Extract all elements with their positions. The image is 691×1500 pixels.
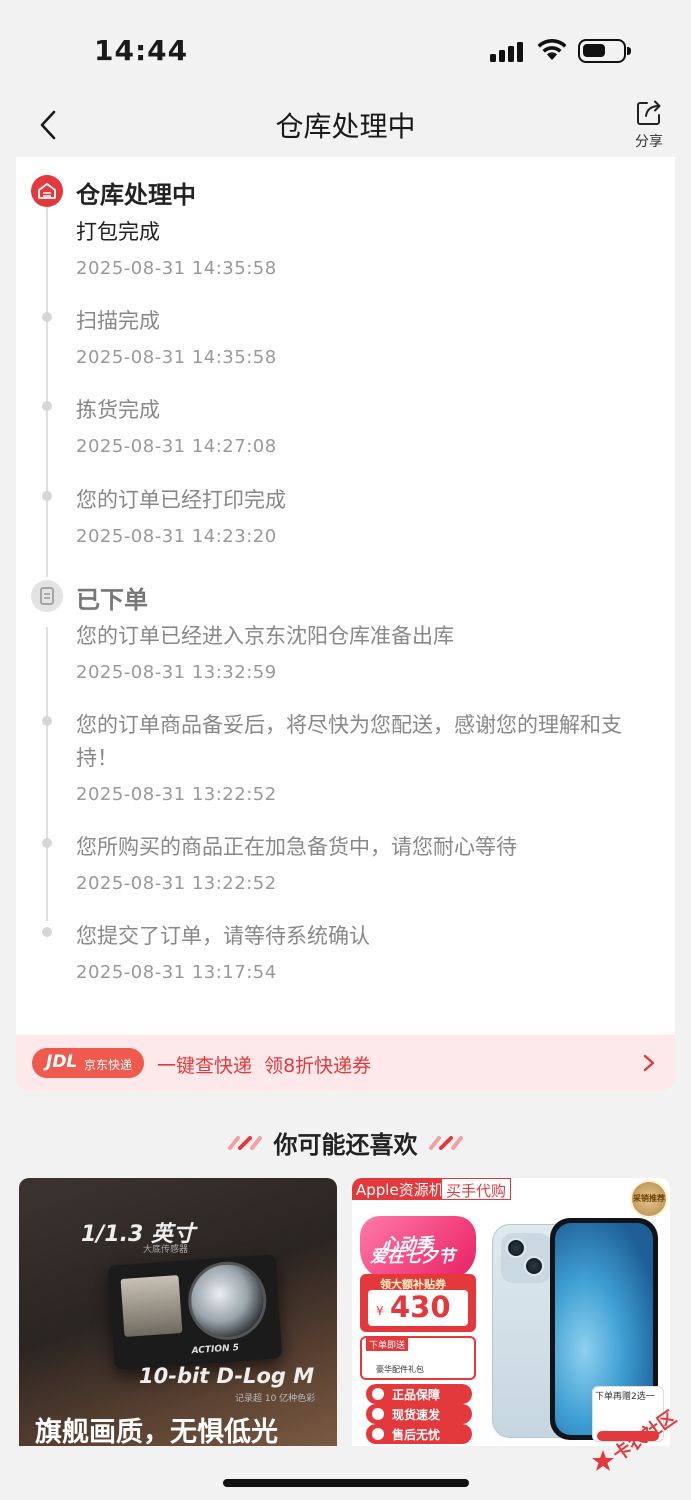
timeline-event-text: 拣货完成	[76, 398, 160, 422]
camera-model-label: ACTION 5	[191, 1343, 240, 1357]
product-slogan: 旗舰画质，无惧低光	[35, 1417, 278, 1446]
cellular-signal-icon	[490, 40, 526, 62]
timeline-event-time: 2025-08-31 13:32:59	[76, 662, 277, 683]
wifi-icon	[537, 38, 567, 60]
promo-line-2: 爱在七夕节	[370, 1247, 455, 1267]
product-card-camera[interactable]: 1/1.3 英寸 大底传感器 ACTION 5 10-bit D-Log M 记…	[19, 1178, 337, 1446]
watermark-text: 卡农社区	[609, 1406, 681, 1466]
jdl-logo: JDL 京东快递	[32, 1048, 144, 1078]
recommend-header: 你可能还喜欢	[0, 1125, 691, 1161]
guarantee-pill: 售后无忧	[366, 1424, 472, 1444]
gift-title: 下单即送	[366, 1338, 409, 1351]
timeline-event-text: 您的订单已经打印完成	[76, 488, 286, 512]
timeline-event-text: 您的订单已经进入京东沈阳仓库准备出库	[76, 624, 454, 648]
guarantee-pill: 正品保障	[366, 1384, 472, 1404]
timeline-line	[46, 627, 48, 921]
action-camera-image: ACTION 5	[107, 1254, 283, 1370]
seal-text: 采销推荐	[633, 1194, 665, 1203]
timeline-event-time: 2025-08-31 14:35:58	[76, 258, 277, 279]
status-heading: 已下单	[76, 586, 148, 614]
watermark: 卡农社区	[588, 1407, 688, 1478]
timeline-event-time: 2025-08-31 14:27:08	[76, 436, 277, 457]
jdl-logo-mark: JDL	[46, 1052, 78, 1072]
share-label: 分享	[635, 134, 663, 150]
timeline-event-time: 2025-08-31 13:22:52	[76, 784, 277, 805]
status-time: 14:44	[94, 34, 189, 67]
shop-tag: Apple资源机	[352, 1178, 448, 1200]
check-icon	[372, 1428, 384, 1440]
timeline-line	[46, 205, 48, 577]
timeline-dot	[42, 312, 52, 322]
timeline-event-text: 您的订单商品备妥后，将尽快为您配送，感谢您的理解和支持！	[76, 713, 622, 770]
product-subline: 大底传感器	[143, 1245, 189, 1255]
timeline-event-text: 您所购买的商品正在加急备货中，请您耐心等待	[76, 835, 517, 859]
decorative-slash-icon	[228, 1135, 263, 1150]
timeline-dot	[42, 838, 52, 848]
home-indicator[interactable]	[223, 1479, 469, 1487]
share-button[interactable]: 分享	[628, 98, 670, 152]
jdl-logo-name: 京东快递	[84, 1058, 133, 1072]
chevron-right-icon	[643, 1054, 655, 1072]
tracking-timeline-card: 仓库处理中 打包完成 2025-08-31 14:35:58 扫描完成 2025…	[16, 157, 675, 1035]
page-title: 仓库处理中	[275, 110, 416, 143]
shop-tag-secondary: 买手代购	[441, 1178, 512, 1200]
timeline-event-time: 2025-08-31 14:35:58	[76, 347, 277, 368]
recommend-seal-icon: 采销推荐	[630, 1180, 668, 1218]
order-placed-icon	[31, 580, 63, 612]
gift-choice-text: 下单再赠2选一	[595, 1392, 655, 1402]
timeline-dot	[42, 401, 52, 411]
gift-sub: 豪华配件礼包	[376, 1365, 424, 1374]
gift-box: 下单即送 豪华配件礼包	[360, 1336, 476, 1380]
express-query-banner[interactable]: JDL 京东快递 一键查快递 领8折快递券	[16, 1035, 675, 1091]
check-icon	[372, 1388, 384, 1400]
promo-panel: 心动季 爱在七夕节 领大额补贴券 ¥ 430 下单即送 豪华配件礼包 正品保障 …	[356, 1206, 480, 1444]
timeline-event-time: 2025-08-31 13:22:52	[76, 873, 277, 894]
timeline-event-text: 打包完成	[76, 220, 160, 244]
express-promo-text: 一键查快递 领8折快递券	[157, 1055, 372, 1077]
status-bar: 14:44	[0, 0, 691, 95]
timeline-event-text: 扫描完成	[76, 309, 160, 333]
share-icon	[637, 100, 661, 125]
timeline-dot	[42, 716, 52, 726]
timeline-dot	[42, 491, 52, 501]
guarantee-pill: 现货速发	[366, 1404, 472, 1424]
nav-bar: 仓库处理中 分享	[0, 95, 691, 155]
battery-icon	[578, 39, 631, 63]
timeline-event-text: 您提交了订单，请等待系统确认	[76, 924, 370, 948]
currency-symbol: ¥	[376, 1304, 384, 1318]
timeline-event-time: 2025-08-31 13:17:54	[76, 962, 277, 983]
status-heading: 仓库处理中	[76, 181, 196, 209]
check-icon	[372, 1408, 384, 1420]
timeline-event-time: 2025-08-31 14:23:20	[76, 526, 277, 547]
product-card-phone[interactable]: Apple资源机 买手代购 采销推荐 心动季 爱在七夕节 领大额补贴券 ¥ 43…	[352, 1178, 670, 1446]
recommend-title: 你可能还喜欢	[273, 1131, 418, 1159]
decorative-slash-icon	[428, 1135, 463, 1150]
coupon-amount: 430	[390, 1290, 451, 1324]
product-feature: 10-bit D-Log M	[139, 1364, 315, 1388]
timeline-dot	[42, 927, 52, 937]
product-feature-sub: 记录超 10 亿种色彩	[235, 1394, 316, 1404]
subsidy-coupon: 领大额补贴券 ¥ 430	[360, 1274, 476, 1332]
warehouse-status-icon	[31, 175, 63, 207]
